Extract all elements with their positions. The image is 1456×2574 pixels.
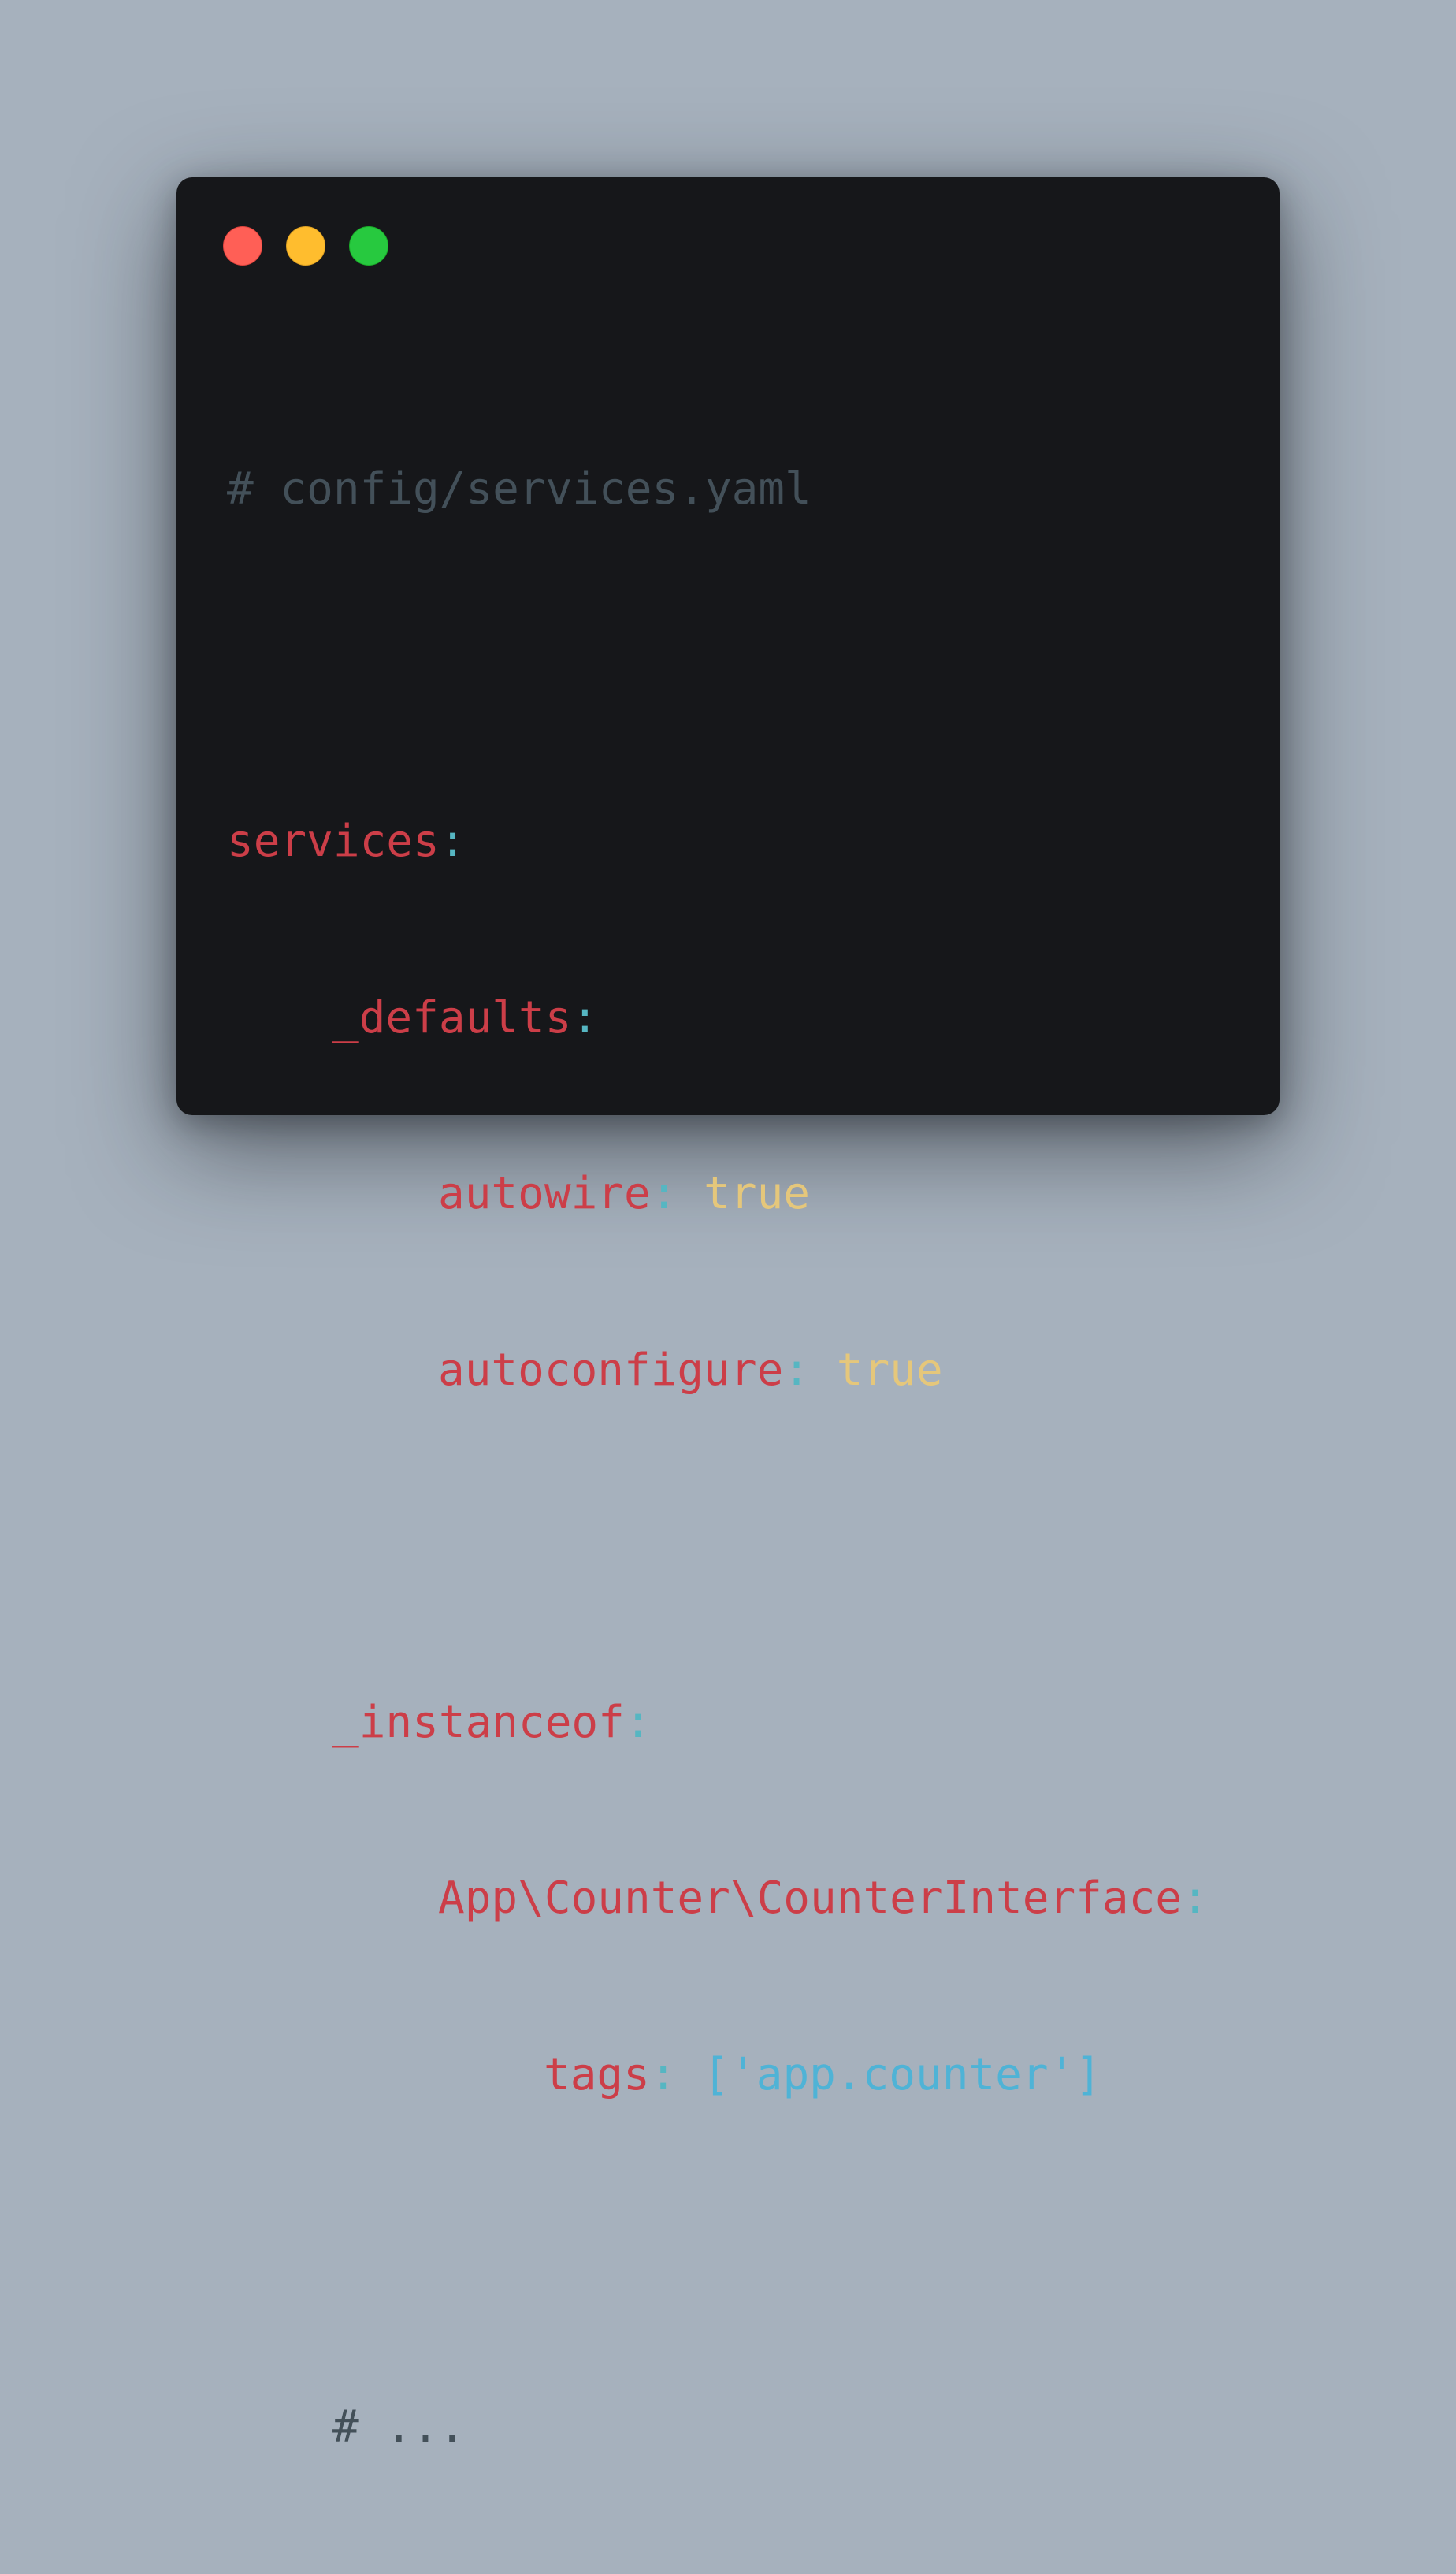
- code-line-blank-2: [227, 1517, 1209, 1576]
- code-line-defaults: _defaults:: [227, 989, 1209, 1048]
- minimize-button[interactable]: [286, 226, 325, 266]
- code-line-autoconfigure: autoconfigure: true: [227, 1341, 1209, 1400]
- code-line-instanceof: _instanceof:: [227, 1694, 1209, 1753]
- autowire-value: true: [704, 1168, 811, 1219]
- tags-value: 'app.counter': [730, 2048, 1075, 2100]
- code-line-tags: tags: ['app.counter']: [227, 2046, 1209, 2105]
- colon: :: [624, 1696, 652, 1748]
- autoconfigure-value: true: [836, 1344, 943, 1396]
- code-line-services: services:: [227, 813, 1209, 872]
- code-line-1: # config/services.yaml: [227, 460, 1209, 519]
- code-line-autowire: autowire: true: [227, 1165, 1209, 1224]
- header-comment: # config/services.yaml: [227, 463, 812, 515]
- code-line-blank-3: [227, 2222, 1209, 2281]
- code-block: # config/services.yaml services: _defaul…: [227, 343, 1209, 2574]
- interface-key: App\Counter\CounterInterface: [438, 1873, 1183, 1924]
- trailing-comment: # ...: [332, 2401, 466, 2453]
- colon: :: [649, 2048, 677, 2100]
- colon: :: [571, 991, 599, 1043]
- code-line-trailing-comment: # ...: [227, 2398, 1209, 2457]
- autoconfigure-key: autoconfigure: [438, 1344, 784, 1396]
- defaults-key: _defaults: [332, 991, 572, 1043]
- code-line-blank-1: [227, 637, 1209, 696]
- tags-close-bracket: ]: [1075, 2048, 1102, 2100]
- code-line-interface: App\Counter\CounterInterface:: [227, 1869, 1209, 1929]
- tags-open-bracket: [: [703, 2048, 730, 2100]
- tags-key: tags: [544, 2048, 650, 2100]
- services-key: services: [227, 816, 440, 867]
- colon: :: [783, 1344, 811, 1396]
- colon: :: [650, 1168, 678, 1219]
- instanceof-key: _instanceof: [332, 1696, 625, 1748]
- autowire-key: autowire: [438, 1168, 651, 1219]
- colon: :: [439, 816, 466, 867]
- maximize-button[interactable]: [349, 226, 388, 266]
- close-button[interactable]: [223, 226, 262, 266]
- code-window: # config/services.yaml services: _defaul…: [176, 177, 1280, 2453]
- window-controls: [223, 226, 388, 266]
- colon: :: [1182, 1873, 1209, 1924]
